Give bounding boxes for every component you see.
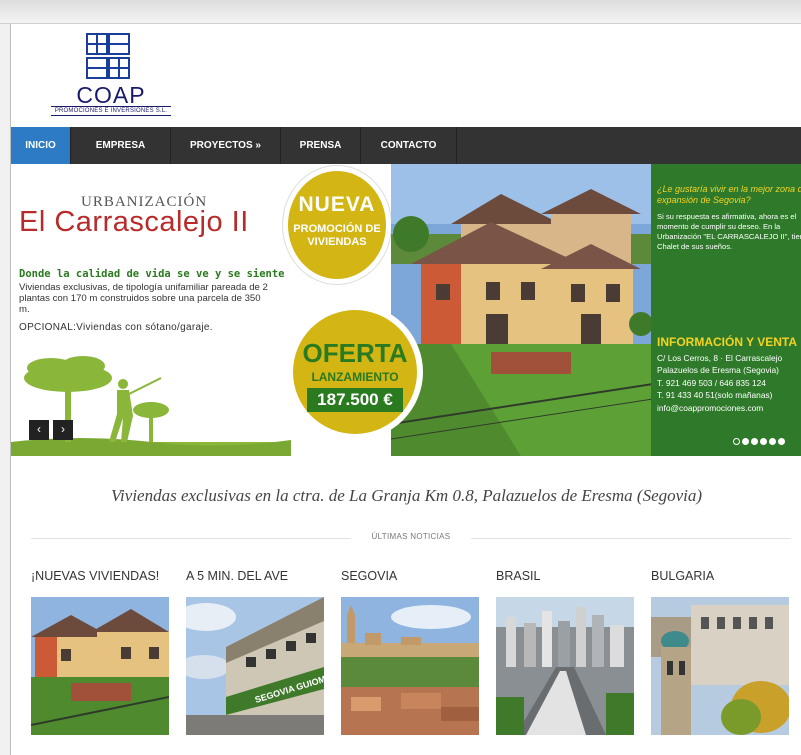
section-divider-left <box>31 538 351 539</box>
coap-logo[interactable]: COAP PROMOCIONES E INVERSIONES S.L. <box>51 32 171 120</box>
slider-next-button[interactable]: › <box>53 420 73 440</box>
info-question: ¿Le gustaría vivir en la mejor zona de e… <box>657 184 801 205</box>
news-title-3[interactable]: SEGOVIA <box>341 569 397 583</box>
offer-bubble-inner: OFERTA LANZAMIENTO 187.500 € <box>293 310 417 434</box>
nav-item-prensa[interactable]: PRENSA <box>281 127 361 164</box>
logo-tagline: PROMOCIONES E INVERSIONES S.L. <box>51 106 171 116</box>
info-answer: Si su respuesta es afirmativa, ahora es … <box>657 212 801 251</box>
news-thumb-brasil[interactable] <box>496 597 634 735</box>
main-nav: INICIO EMPRESA PROYECTOS » PRENSA CONTAC… <box>11 127 801 164</box>
slide-text-area: URBANIZACIÓN El Carrascalejo II Donde la… <box>11 164 291 456</box>
bubble-new-label: NUEVA <box>298 193 376 216</box>
info-title: INFORMACIÓN Y VENTA <box>657 335 798 349</box>
offer-launch-label: LANZAMIENTO <box>311 370 399 384</box>
slider-dot-5[interactable] <box>769 438 776 445</box>
browser-top-strip <box>0 0 801 24</box>
page-slogan: Viviendas exclusivas en la ctra. de La G… <box>110 486 703 505</box>
slide-claim: Donde la calidad de vida se ve y se sien… <box>19 268 285 280</box>
slide-title: El Carrascalejo II <box>19 206 249 238</box>
section-label: ÚLTIMAS NOTICIAS <box>371 532 451 541</box>
offer-bubble: OFERTA LANZAMIENTO 187.500 € <box>287 304 423 440</box>
new-promo-bubble: NUEVA PROMOCIÓN DE VIVIENDAS <box>283 166 391 284</box>
chevron-left-icon: ‹ <box>37 422 41 436</box>
info-address-1: C/ Los Cerros, 8 · El Carrascalejo <box>657 353 783 363</box>
slider-dot-6[interactable] <box>778 438 785 445</box>
news-thumb-station[interactable]: SEGOVIA GUIOMAR <box>186 597 324 735</box>
news-title-5[interactable]: BULGARIA <box>651 569 714 583</box>
offer-price: 187.500 € <box>307 388 403 412</box>
info-email[interactable]: info@coappromociones.com <box>657 402 801 414</box>
news-title-1[interactable]: ¡NUEVAS VIVIENDAS! <box>31 569 159 583</box>
hero-slider[interactable]: URBANIZACIÓN El Carrascalejo II Donde la… <box>11 164 801 456</box>
slider-prev-button[interactable]: ‹ <box>29 420 49 440</box>
slide-optional: OPCIONAL:Viviendas con sótano/garaje. <box>19 322 213 333</box>
nav-item-inicio[interactable]: INICIO <box>11 127 71 164</box>
offer-label: OFERTA <box>302 338 408 368</box>
house-illustration <box>391 164 653 456</box>
info-contact: C/ Los Cerros, 8 · El Carrascalejo Palaz… <box>657 352 801 414</box>
info-phone-1: T. 921 469 503 / 646 835 124 <box>657 377 766 388</box>
info-address-2: Palazuelos de Eresma (Segovia) <box>657 365 779 376</box>
slider-dot-4[interactable] <box>760 438 767 445</box>
news-title-4[interactable]: BRASIL <box>496 569 540 583</box>
chevron-right-icon: › <box>61 422 65 436</box>
slide-description: Viviendas exclusivas, de tipología unifa… <box>19 282 268 315</box>
info-phone-2: T. 91 433 40 51(solo mañanas) <box>657 390 773 401</box>
nav-item-proyectos[interactable]: PROYECTOS » <box>171 127 281 164</box>
logo-name: COAP <box>76 82 146 108</box>
nav-item-empresa[interactable]: EMPRESA <box>71 127 171 164</box>
news-thumb-houses[interactable] <box>31 597 169 735</box>
section-divider-right <box>471 538 791 539</box>
bubble-promo-label: PROMOCIÓN DE VIVIENDAS <box>293 223 381 248</box>
slider-dot-2[interactable] <box>742 438 749 445</box>
logo-mark-icon <box>86 33 130 79</box>
news-thumb-segovia[interactable] <box>341 597 479 735</box>
news-thumb-bulgaria[interactable] <box>651 597 789 735</box>
info-panel: ¿Le gustaría vivir en la mejor zona de e… <box>651 164 801 456</box>
news-title-2[interactable]: A 5 MIN. DEL AVE <box>186 569 288 583</box>
nav-item-contacto[interactable]: CONTACTO <box>361 127 457 164</box>
slider-dot-3[interactable] <box>751 438 758 445</box>
slider-pagination <box>733 432 787 450</box>
slider-dot-1[interactable] <box>733 438 740 445</box>
page: COAP PROMOCIONES E INVERSIONES S.L. INIC… <box>10 24 801 755</box>
tree-golfer-illustration <box>11 356 291 456</box>
